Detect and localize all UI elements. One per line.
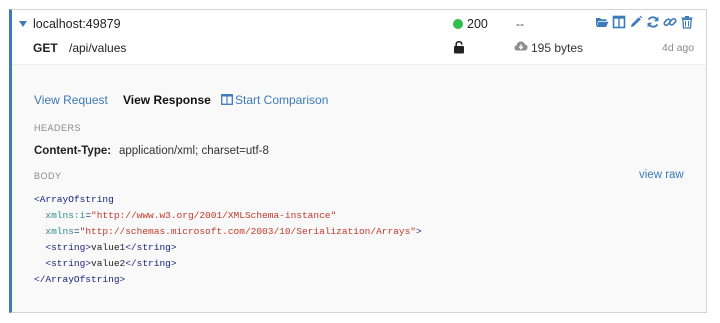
columns-icon[interactable] [612, 15, 626, 29]
xml-text: value1 [91, 242, 126, 253]
headers-heading: HEADERS [34, 123, 82, 133]
response-panel: View Request View Response Start Compari… [12, 64, 706, 312]
request-host: localhost:49879 [33, 17, 121, 31]
code-line: xmlns="http://schemas.microsoft.com/2003… [34, 224, 422, 240]
link-icon[interactable] [663, 15, 677, 29]
xml-tag: <string> [45, 242, 92, 253]
request-method: GET [33, 41, 58, 55]
trash-icon[interactable] [680, 15, 694, 29]
xml-value: "http://www.w3.org/2001/XMLSchema-instan… [91, 210, 337, 221]
folder-open-icon[interactable] [595, 15, 609, 29]
view-raw-link[interactable]: view raw [639, 169, 684, 181]
tab-view-response[interactable]: View Response [123, 93, 211, 107]
tab-view-request[interactable]: View Request [34, 93, 108, 107]
xml-tag: > [415, 226, 422, 237]
xml-text: value2 [91, 258, 126, 269]
xml-value: "http://schemas.microsoft.com/2003/10/Se… [79, 226, 416, 237]
pencil-icon[interactable] [629, 15, 643, 29]
xml-tag: </string> [125, 258, 177, 269]
cloud-download-icon [514, 41, 528, 51]
code-line: </ArrayOfstring> [34, 272, 422, 288]
response-body-code: <ArrayOfstring xmlns:i="http://www.w3.or… [34, 192, 422, 288]
code-line: xmlns:i="http://www.w3.org/2001/XMLSchem… [34, 208, 422, 224]
caret-down-icon[interactable] [19, 21, 27, 27]
request-path: /api/values [69, 41, 127, 55]
start-comparison-button[interactable]: Start Comparison [235, 93, 328, 107]
refresh-icon[interactable] [646, 15, 660, 29]
status-dot-icon [453, 19, 463, 29]
xml-tag: </ArrayOfstring> [34, 274, 126, 285]
response-size: 195 bytes [531, 41, 584, 55]
request-duration: -- [516, 17, 524, 31]
xml-attr: xmlns:i [45, 210, 86, 221]
columns-icon[interactable] [221, 94, 233, 105]
xml-tag: </string> [125, 242, 177, 253]
xml-tag: <ArrayOfstring [34, 194, 114, 205]
header-value: application/xml; charset=utf-8 [119, 145, 269, 157]
header-key: Content-Type: [34, 145, 112, 157]
request-age: 4d ago [662, 42, 695, 54]
status-code: 200 [467, 17, 488, 31]
unlock-icon [454, 41, 464, 54]
request-toolbar [595, 15, 694, 31]
request-summary[interactable]: localhost:49879 GET /api/values 200 -- 1… [12, 10, 706, 64]
request-card: localhost:49879 GET /api/values 200 -- 1… [9, 9, 707, 313]
xml-tag: <string> [45, 258, 92, 269]
code-line: <string>value1</string> [34, 240, 422, 256]
code-line: <ArrayOfstring [34, 192, 422, 208]
code-line: <string>value2</string> [34, 256, 422, 272]
xml-attr: xmlns [45, 226, 74, 237]
body-heading: BODY [34, 171, 62, 181]
